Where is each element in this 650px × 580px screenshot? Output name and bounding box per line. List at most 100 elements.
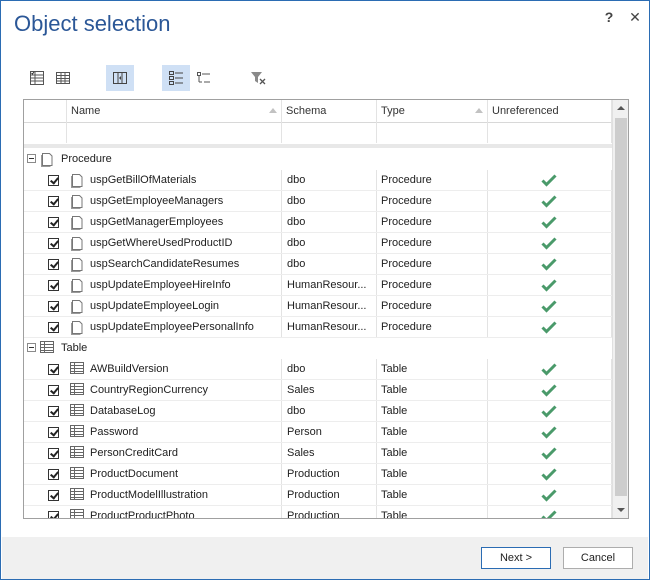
schema-cell: HumanResour... (282, 296, 377, 316)
flat-list-icon (197, 72, 210, 83)
close-button[interactable]: ✕ (627, 7, 643, 27)
column-chooser-button[interactable] (106, 65, 134, 91)
type-cell: Procedure (377, 254, 488, 274)
procedure-icon (70, 299, 84, 316)
procedure-icon (70, 215, 84, 232)
table-row[interactable]: uspUpdateEmployeeLogin HumanResour... Proc… (24, 296, 612, 317)
row-checkbox[interactable] (48, 280, 59, 291)
table-row[interactable]: PersonCreditCard Sales Table (24, 443, 612, 464)
schema-cell: HumanResour... (282, 275, 377, 295)
scroll-down-arrow-icon[interactable] (617, 508, 625, 512)
unreferenced-cell (488, 296, 612, 316)
row-checkbox[interactable] (48, 490, 59, 501)
collapse-toggle-icon[interactable] (27, 343, 36, 352)
table-row[interactable]: uspGetEmployeeManagers dbo Procedure (24, 191, 612, 212)
row-checkbox[interactable] (48, 511, 59, 518)
table-row[interactable]: uspGetManagerEmployees dbo Procedure (24, 212, 612, 233)
object-name: DatabaseLog (90, 405, 156, 417)
filter-cell-select[interactable] (24, 122, 67, 143)
dialog-footer (2, 537, 648, 579)
clear-filter-button[interactable] (244, 65, 272, 91)
object-name: uspGetEmployeeManagers (90, 195, 224, 207)
group-by-button[interactable] (162, 65, 190, 91)
scroll-up-arrow-icon[interactable] (617, 106, 625, 110)
object-grid: Name Schema Type Unreferenced Procedure … (23, 99, 629, 519)
row-checkbox[interactable] (48, 238, 59, 249)
schema-cell: HumanResour... (282, 317, 377, 337)
table-row[interactable]: ProductDocument Production Table (24, 464, 612, 485)
row-checkbox[interactable] (48, 385, 59, 396)
header-name[interactable]: Name (67, 100, 282, 122)
group-row-table[interactable]: Table (24, 338, 612, 359)
object-name: ProductDocument (90, 468, 179, 480)
name-cell: AWBuildVersion (67, 359, 282, 379)
row-checkbox[interactable] (48, 175, 59, 186)
header-select-column[interactable] (24, 100, 67, 122)
row-checkbox[interactable] (48, 217, 59, 228)
row-checkbox[interactable] (48, 322, 59, 333)
type-cell: Procedure (377, 296, 488, 316)
type-cell: Table (377, 464, 488, 484)
checkmark-icon (541, 173, 557, 190)
schema-cell: Sales (282, 443, 377, 463)
table-row[interactable]: uspGetBillOfMaterials dbo Procedure (24, 170, 612, 191)
unreferenced-cell (488, 485, 612, 505)
cancel-button[interactable]: Cancel (563, 547, 633, 569)
schema-cell: Production (282, 485, 377, 505)
row-checkbox[interactable] (48, 196, 59, 207)
table-row[interactable]: AWBuildVersion dbo Table (24, 359, 612, 380)
procedure-icon (70, 173, 84, 190)
table-row[interactable]: DatabaseLog dbo Table (24, 401, 612, 422)
table-row[interactable]: uspSearchCandidateResumes dbo Procedure (24, 254, 612, 275)
scrollbar-thumb[interactable] (615, 118, 627, 496)
next-button[interactable]: Next > (481, 547, 551, 569)
flat-list-button[interactable] (190, 65, 218, 91)
filter-cell-schema[interactable] (282, 122, 377, 143)
unreferenced-cell (488, 422, 612, 442)
table-row[interactable]: uspGetWhereUsedProductID dbo Procedure (24, 233, 612, 254)
filter-cell-unreferenced[interactable] (488, 122, 612, 143)
collapse-toggle-icon[interactable] (27, 154, 36, 163)
type-cell: Table (377, 380, 488, 400)
check-list-button[interactable] (23, 65, 51, 91)
header-unreferenced[interactable]: Unreferenced (488, 100, 612, 122)
table-icon (70, 383, 84, 400)
filter-cell-type[interactable] (377, 122, 488, 143)
header-schema[interactable]: Schema (282, 100, 377, 122)
table-row[interactable]: uspUpdateEmployeeHireInfo HumanResour... P… (24, 275, 612, 296)
table-row[interactable]: CountryRegionCurrency Sales Table (24, 380, 612, 401)
header-separator (24, 144, 612, 148)
vertical-scrollbar[interactable] (612, 100, 628, 518)
header-unreferenced-label: Unreferenced (492, 105, 559, 117)
group-row-procedure[interactable]: Procedure (24, 149, 612, 170)
table-icon (70, 488, 84, 505)
header-type[interactable]: Type (377, 100, 488, 122)
schema-cell: dbo (282, 359, 377, 379)
table-icon (70, 404, 84, 421)
group-label: Procedure (61, 153, 112, 165)
unreferenced-cell (488, 212, 612, 232)
table-row[interactable]: ProductProductPhoto Production Table (24, 506, 612, 518)
checkmark-icon (541, 425, 557, 442)
object-name: uspGetWhereUsedProductID (90, 237, 233, 249)
help-button[interactable]: ? (601, 7, 617, 27)
table-row[interactable]: uspUpdateEmployeePersonalInfo HumanResour… (24, 317, 612, 338)
row-checkbox[interactable] (48, 259, 59, 270)
row-checkbox[interactable] (48, 301, 59, 312)
table-icon (70, 362, 84, 379)
table-view-button[interactable] (49, 65, 77, 91)
row-checkbox[interactable] (48, 427, 59, 438)
table-icon (70, 425, 84, 442)
table-row[interactable]: ProductModelIllustration Production Table (24, 485, 612, 506)
table-row[interactable]: Password Person Table (24, 422, 612, 443)
row-checkbox[interactable] (48, 406, 59, 417)
row-checkbox[interactable] (48, 364, 59, 375)
row-checkbox[interactable] (48, 469, 59, 480)
checkmark-icon (541, 446, 557, 463)
schema-cell: dbo (282, 191, 377, 211)
sort-indicator-icon (269, 108, 277, 113)
columns-chooser-icon (113, 72, 127, 84)
filter-cell-name[interactable] (67, 122, 282, 143)
row-checkbox[interactable] (48, 448, 59, 459)
name-cell: uspGetWhereUsedProductID (67, 233, 282, 253)
